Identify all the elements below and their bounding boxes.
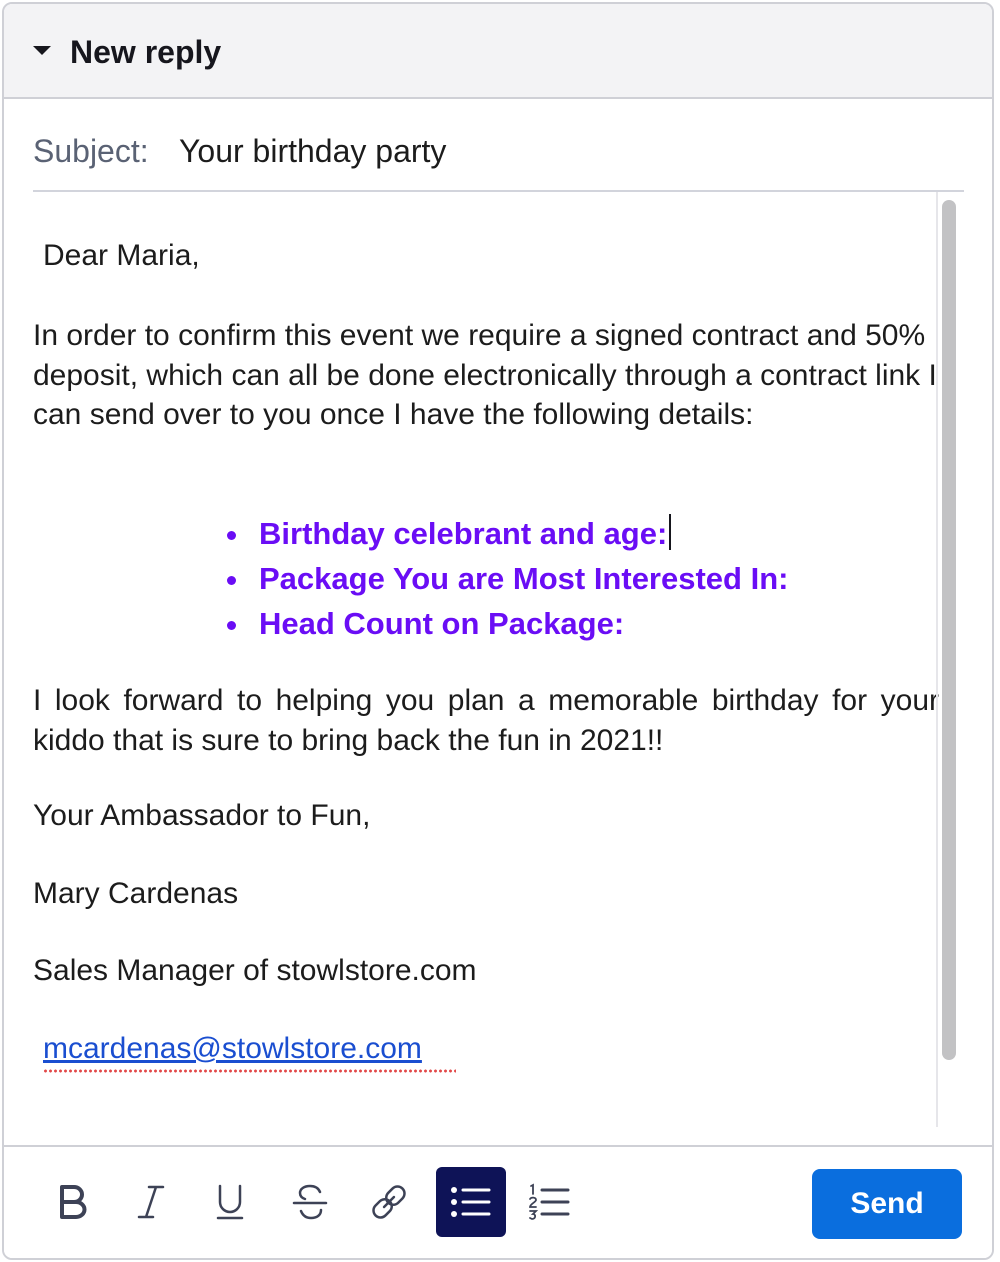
list-item: Package You are Most Interested In: (223, 559, 788, 604)
spellcheck-underline (43, 1069, 456, 1073)
bold-button[interactable] (40, 1167, 104, 1237)
link-icon (372, 1185, 406, 1219)
details-list: Birthday celebrant and age: Package You … (223, 514, 788, 649)
email-link[interactable]: mcardenas@stowlstore.com (43, 1029, 422, 1069)
strikethrough-icon (292, 1184, 328, 1220)
italic-icon (137, 1185, 165, 1219)
subject-label: Subject: (33, 133, 149, 169)
italic-button[interactable] (119, 1167, 183, 1237)
reply-panel: New reply Subject: Your birthday party D… (2, 2, 994, 1260)
bulleted-list-icon (451, 1187, 491, 1217)
scrollbar-track (936, 192, 938, 1127)
bulleted-list-button[interactable] (436, 1167, 506, 1237)
formatting-toolbar: Send (4, 1145, 992, 1258)
send-button[interactable]: Send (812, 1169, 962, 1239)
subject-row[interactable]: Subject: Your birthday party (33, 99, 964, 192)
list-item: Birthday celebrant and age: (223, 514, 788, 559)
scrollbar-thumb[interactable] (942, 200, 956, 1060)
message-paragraph: I look forward to helping you plan a mem… (33, 684, 939, 757)
message-paragraph: In order to confirm this event we requir… (33, 319, 937, 431)
list-item: Head Count on Package: (223, 604, 788, 649)
reply-title: New reply (70, 34, 222, 70)
underline-button[interactable] (198, 1167, 262, 1237)
greeting-text: Dear Maria, (43, 239, 200, 272)
text-cursor (669, 514, 672, 550)
underline-icon (216, 1184, 244, 1220)
strikethrough-button[interactable] (278, 1167, 342, 1237)
signature-name: Mary Cardenas (33, 877, 239, 910)
caret-down-icon[interactable] (33, 46, 51, 55)
numbered-list-button[interactable] (518, 1167, 582, 1237)
reply-header[interactable]: New reply (4, 4, 992, 99)
subject-input[interactable]: Your birthday party (179, 132, 446, 170)
closing-text: Your Ambassador to Fun, (33, 799, 371, 832)
link-button[interactable] (357, 1167, 421, 1237)
numbered-list-icon (529, 1183, 570, 1220)
bold-icon (60, 1185, 87, 1219)
signature-role: Sales Manager of stowlstore.com (33, 954, 477, 987)
